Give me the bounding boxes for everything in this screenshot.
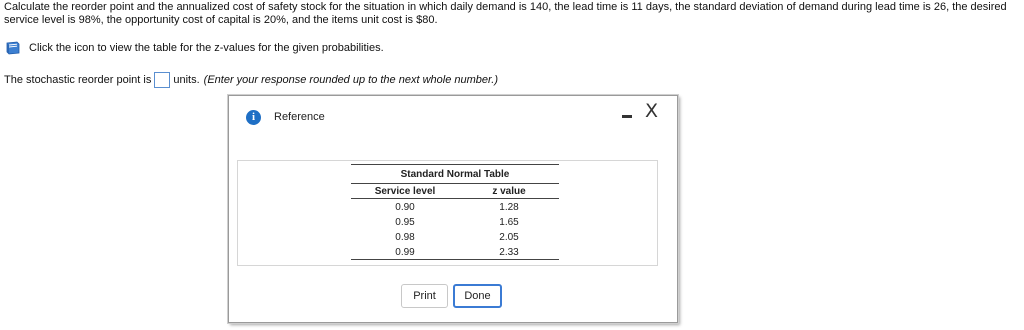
minimize-icon[interactable] bbox=[622, 106, 632, 122]
question-text: Calculate the reorder point and the annu… bbox=[4, 1, 1007, 26]
table-row: 0.99 2.33 bbox=[351, 244, 559, 260]
table-caption: Standard Normal Table bbox=[351, 164, 559, 184]
z-value-cell: 2.05 bbox=[499, 232, 519, 243]
info-icon: i bbox=[246, 110, 261, 125]
column-header-z-value: z value bbox=[459, 184, 559, 199]
standard-normal-table: Standard Normal Table Service level z va… bbox=[351, 164, 559, 260]
z-value-cell: 1.65 bbox=[499, 217, 519, 228]
done-button[interactable]: Done bbox=[453, 284, 502, 308]
table-row: 0.90 1.28 bbox=[351, 199, 559, 215]
close-icon[interactable]: X bbox=[645, 100, 658, 122]
answer-row: The stochastic reorder point is units. (… bbox=[4, 71, 498, 89]
reference-dialog: i Reference X Standard Normal Table Serv… bbox=[228, 95, 678, 323]
z-value-cell: 2.33 bbox=[459, 244, 559, 260]
dialog-title: Reference bbox=[274, 111, 325, 123]
dialog-header: i Reference X bbox=[229, 96, 677, 136]
hint-row: Click the icon to view the table for the… bbox=[4, 40, 384, 56]
table-row: 0.98 2.05 bbox=[351, 229, 559, 244]
service-level-cell: 0.99 bbox=[351, 244, 459, 260]
table-panel: Standard Normal Table Service level z va… bbox=[237, 160, 658, 266]
hint-text: Click the icon to view the table for the… bbox=[29, 42, 384, 54]
reorder-point-input[interactable] bbox=[154, 72, 171, 88]
service-level-cell: 0.98 bbox=[395, 232, 415, 243]
service-level-cell: 0.90 bbox=[395, 202, 415, 213]
answer-prefix: The stochastic reorder point is bbox=[4, 74, 152, 86]
book-icon[interactable] bbox=[4, 41, 22, 55]
service-level-cell: 0.95 bbox=[395, 217, 415, 228]
answer-instruction: (Enter your response rounded up to the n… bbox=[203, 74, 498, 86]
z-value-cell: 1.28 bbox=[499, 202, 519, 213]
table-row: 0.95 1.65 bbox=[351, 214, 559, 229]
column-header-service-level: Service level bbox=[351, 184, 459, 199]
print-button[interactable]: Print bbox=[401, 284, 448, 308]
answer-suffix: units. bbox=[173, 74, 200, 86]
